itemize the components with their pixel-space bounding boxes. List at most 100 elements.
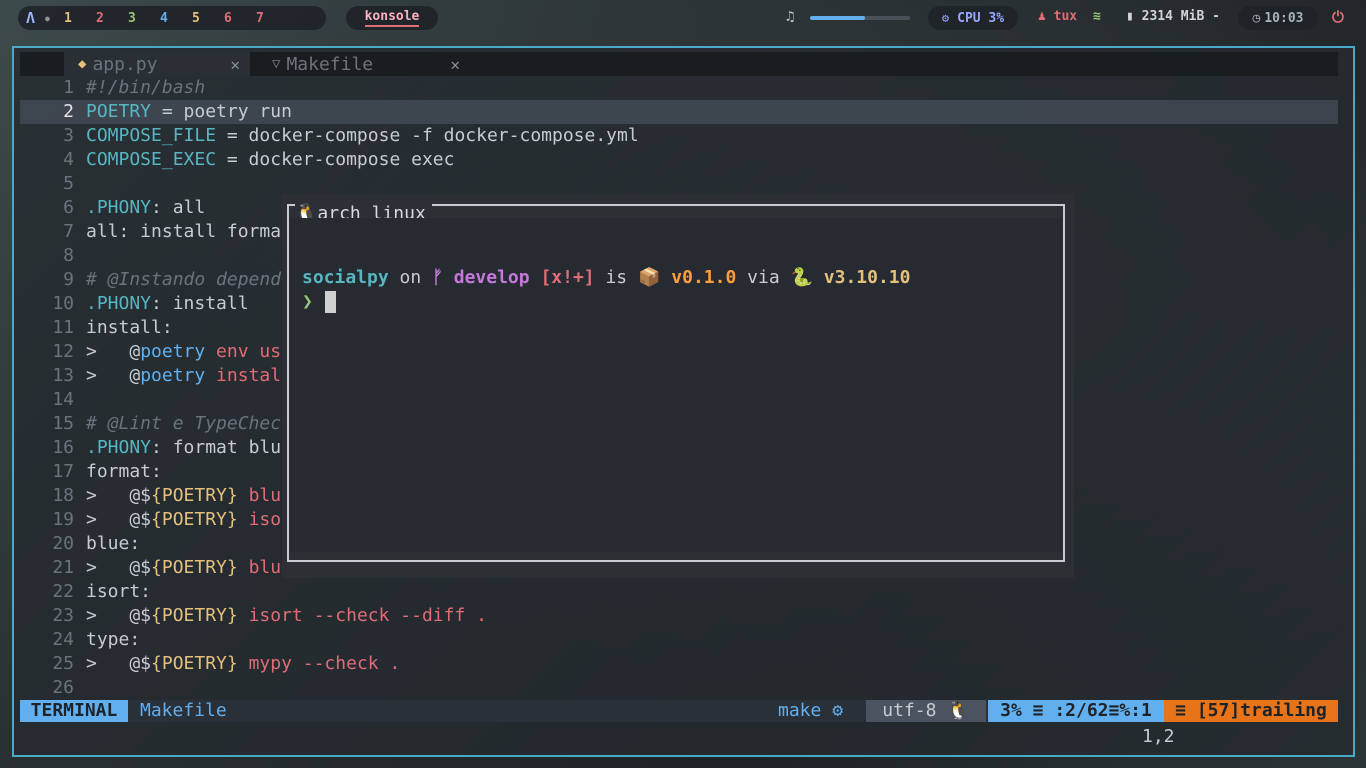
line-number: 5: [63, 173, 74, 194]
line-number: 10: [52, 293, 74, 314]
line-number: 12: [52, 341, 74, 362]
workspace-7[interactable]: 7: [244, 11, 276, 26]
line-number: 2: [63, 101, 74, 122]
code-token: > @$: [86, 557, 152, 578]
tab-label: Makefile: [286, 53, 374, 75]
makefile-icon: ▽: [272, 56, 281, 72]
statusline-warning: ≡ [57]trailing: [1164, 700, 1338, 722]
text-cursor: [324, 291, 336, 313]
code-line[interactable]: 24 type:: [20, 628, 1338, 652]
workspace-5[interactable]: 5: [180, 11, 212, 26]
clock-time: 10:03: [1264, 10, 1304, 26]
code-line[interactable]: 25 > @${POETRY} mypy --check .: [20, 652, 1338, 676]
memory-usage: 2314 MiB -: [1141, 9, 1220, 24]
power-icon[interactable]: ⏻: [1332, 8, 1344, 26]
line-number: 19: [52, 509, 74, 530]
line-number: 13: [52, 365, 74, 386]
statusline-filename: Makefile: [140, 700, 227, 721]
tab-label: app.py: [92, 53, 158, 75]
code-line[interactable]: 26: [20, 676, 1338, 700]
active-window-pill[interactable]: konsole: [346, 6, 438, 30]
code-token: POETRY: [86, 101, 152, 122]
cpu-widget: ⚙ CPU 3%: [928, 6, 1018, 30]
code-token: install:: [86, 317, 173, 338]
line-number: 20: [52, 533, 74, 554]
code-token: # @Lint e TypeChec: [86, 413, 282, 434]
memory-widget: ▮ 2314 MiB -: [1126, 9, 1220, 24]
terminal-output[interactable]: socialpy on ᚠ develop [x!+] is 📦 v0.1.0 …: [290, 218, 1062, 552]
cpu-usage: CPU 3%: [957, 10, 1005, 26]
code-line[interactable]: 3 COMPOSE_FILE = docker-compose -f docker…: [20, 124, 1338, 148]
line-number: 17: [52, 461, 74, 482]
workspace-4[interactable]: 4: [148, 11, 180, 26]
code-token: > @$: [86, 509, 152, 530]
cpu-chip-icon: ⚙: [941, 11, 950, 25]
workspace-switcher: Λ ● 1234567: [18, 6, 326, 30]
input-line[interactable]: ❯: [302, 290, 336, 314]
code-token: .PHONY: [86, 293, 152, 314]
mode-indicator: TERMINAL: [20, 700, 128, 722]
python-icon: 🐍: [790, 267, 813, 288]
wifi-icon[interactable]: ≋: [1093, 9, 1101, 24]
code-token: : format blu: [151, 437, 282, 458]
line-number: 26: [52, 677, 74, 698]
code-token: poetry: [140, 365, 206, 386]
clock-icon: ◷: [1252, 10, 1261, 26]
user-icon: ♟: [1038, 9, 1046, 24]
code-line[interactable]: 1 #!/bin/bash: [20, 76, 1338, 100]
music-note-icon[interactable]: ♫: [786, 9, 794, 25]
line-number: 1: [63, 77, 74, 98]
code-token: env us: [205, 341, 282, 362]
arch-logo-icon[interactable]: Λ: [26, 9, 35, 27]
workspace-2[interactable]: 2: [84, 11, 116, 26]
code-token: : install: [151, 293, 249, 314]
code-token: COMPOSE_FILE: [86, 125, 217, 146]
workspace-6[interactable]: 6: [212, 11, 244, 26]
code-token: all: install forma: [86, 221, 282, 242]
line-number: 8: [63, 245, 74, 266]
volume-slider[interactable]: [810, 16, 910, 20]
code-token: blue:: [86, 533, 141, 554]
code-token: = docker-compose exec: [216, 149, 455, 170]
close-tab-icon[interactable]: ✕: [450, 55, 460, 74]
code-token: > @: [86, 365, 141, 386]
code-line[interactable]: 2 POETRY = poetry run: [20, 100, 1338, 124]
close-tab-icon[interactable]: ✕: [230, 55, 240, 74]
line-number: 25: [52, 653, 74, 674]
workspace-1[interactable]: 1: [52, 11, 84, 26]
code-token: = poetry run: [151, 101, 292, 122]
line-number: 15: [52, 413, 74, 434]
code-token: = docker-compose -f docker-compose.yml: [216, 125, 639, 146]
active-workspace-dot-icon: ●: [45, 13, 50, 23]
line-number: 18: [52, 485, 74, 506]
tab-app-py[interactable]: ◆ app.py ✕: [64, 52, 250, 76]
code-token: poetry: [140, 341, 206, 362]
code-token: blu: [237, 485, 282, 506]
line-number: 23: [52, 605, 74, 626]
code-line[interactable]: 22 isort:: [20, 580, 1338, 604]
tab-makefile[interactable]: ▽ Makefile ✕: [258, 52, 470, 76]
code-token: {POETRY}: [151, 485, 238, 506]
git-branch-icon: ᚠ: [432, 267, 443, 288]
code-line[interactable]: 5: [20, 172, 1338, 196]
line-number: 6: [63, 197, 74, 218]
statusline-filetype: make ⚙: [778, 700, 844, 721]
prompt-version: v0.1.0: [671, 267, 737, 288]
code-line[interactable]: 23 > @${POETRY} isort --check --diff .: [20, 604, 1338, 628]
linux-icon: 🐧: [947, 700, 970, 721]
clock-widget[interactable]: ◷ 10:03: [1238, 6, 1318, 30]
statusline-position: 3% ≡ :2/62≡%:1: [988, 700, 1164, 722]
code-token: .PHONY: [86, 197, 152, 218]
line-number: 4: [63, 149, 74, 170]
line-number: 16: [52, 437, 74, 458]
code-token: {POETRY}: [151, 653, 238, 674]
code-token: instal: [205, 365, 282, 386]
code-token: # @Instando depend: [86, 269, 282, 290]
line-number: 11: [52, 317, 74, 338]
python-icon: ◆: [78, 56, 87, 72]
code-token: COMPOSE_EXEC: [86, 149, 217, 170]
code-line[interactable]: 4 COMPOSE_EXEC = docker-compose exec: [20, 148, 1338, 172]
floating-terminal[interactable]: 🐧arch linux socialpy on ᚠ develop [x!+] …: [282, 194, 1074, 578]
statusline: TERMINAL Makefile make ⚙ utf-8 🐧 3% ≡ :2…: [20, 700, 1338, 722]
workspace-3[interactable]: 3: [116, 11, 148, 26]
